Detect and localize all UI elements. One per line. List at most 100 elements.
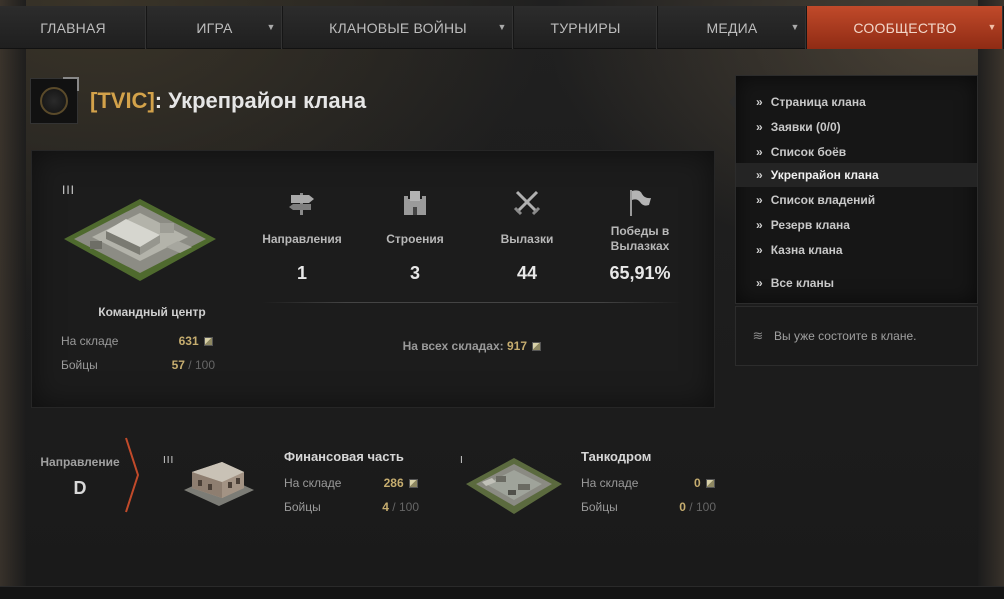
stat-value: 44 [516, 263, 538, 283]
fortress-icon [355, 181, 475, 217]
storage-value: 0 [694, 476, 715, 490]
menu-item-applications[interactable]: » Заявки (0/0) [736, 115, 977, 139]
stat-value: 65,91% [609, 263, 671, 283]
finance-building-image[interactable] [182, 458, 256, 508]
stats-divider [262, 302, 682, 303]
rank-chevrons-icon: ≋ [752, 328, 764, 343]
nav-item-main[interactable]: ГЛАВНАЯ [0, 6, 147, 49]
nav-item-community[interactable]: СООБЩЕСТВО ▼ [807, 6, 1004, 49]
menu-item-reserve[interactable]: » Резерв клана [736, 213, 977, 237]
building-storage-row: На складе 0 [581, 476, 715, 492]
chevron-down-icon[interactable]: ▼ [264, 18, 278, 36]
chevron-down-icon[interactable]: ▼ [495, 18, 509, 36]
direction-block: Направление D [30, 455, 130, 499]
menu-item-label: Заявки (0/0) [770, 120, 841, 134]
direction-value: D [73, 478, 87, 498]
double-chevron-icon: » [756, 276, 763, 290]
total-storage-value: 917 [507, 339, 528, 353]
menu-item-stronghold[interactable]: » Укрепрайон клана [736, 163, 977, 187]
stat-buildings: Строения 3 [355, 181, 475, 284]
resource-box-icon [706, 479, 715, 488]
double-chevron-icon: » [756, 120, 763, 134]
page-title-text: Укрепрайон клана [168, 88, 367, 113]
menu-item-label: Список боёв [770, 145, 847, 159]
menu-item-label: Страница клана [770, 95, 866, 109]
tank-range-image[interactable] [462, 454, 566, 518]
flag-icon [580, 181, 700, 217]
fighters-label: Бойцы [284, 500, 321, 514]
nav-item-label: ИГРА [196, 19, 233, 36]
menu-item-treasury[interactable]: » Казна клана [736, 238, 977, 262]
nav-item-label: ТУРНИРЫ [550, 19, 621, 36]
nav-item-media[interactable]: МЕДИА ▼ [658, 6, 807, 49]
building-name[interactable]: Танкодром [581, 449, 651, 464]
nav-item-label: СООБЩЕСТВО [853, 19, 957, 36]
total-storage-label: На всех складах: [402, 339, 504, 353]
command-center-image[interactable] [60, 195, 220, 285]
title-separator: : [154, 88, 163, 113]
total-storage: На всех складах: 917 [262, 339, 682, 353]
clan-emblem-icon [40, 87, 68, 115]
menu-pointer [729, 94, 736, 110]
double-chevron-icon: » [756, 193, 763, 207]
fighters-value: 57 / 100 [171, 358, 215, 372]
clan-membership-note: ≋ Вы уже состоите в клане. [735, 306, 978, 366]
background-art-left [0, 0, 26, 599]
direction-arrow-icon [125, 437, 140, 513]
nav-item-tournaments[interactable]: ТУРНИРЫ [514, 6, 658, 49]
chevron-down-icon[interactable]: ▼ [985, 18, 999, 36]
menu-item-clan-page[interactable]: » Страница клана [736, 90, 977, 114]
building-fighters-row: Бойцы 0 / 100 [581, 500, 716, 516]
menu-item-label: Укрепрайон клана [770, 168, 879, 182]
double-chevron-icon: » [756, 95, 763, 109]
storage-label: На складе [61, 334, 119, 348]
crossed-swords-icon [467, 181, 587, 217]
stat-sortie-wins: Победы в Вылазках 65,91% [580, 181, 700, 284]
background-art-right [978, 0, 1004, 599]
nav-item-label: ГЛАВНАЯ [40, 19, 106, 36]
double-chevron-icon: » [756, 243, 763, 257]
stat-value: 3 [409, 263, 420, 283]
menu-item-all-clans[interactable]: » Все кланы [736, 271, 977, 295]
building-storage-row: На складе 286 [284, 476, 418, 492]
stat-value: 1 [296, 263, 307, 283]
nav-item-clan-wars[interactable]: КЛАНОВЫЕ ВОЙНЫ ▼ [283, 6, 514, 49]
nav-item-game[interactable]: ИГРА ▼ [147, 6, 283, 49]
menu-item-label: Все кланы [770, 276, 834, 290]
nav-item-label: КЛАНОВЫЕ ВОЙНЫ [329, 19, 467, 36]
double-chevron-icon: » [756, 218, 763, 232]
stat-label: Вылазки [500, 231, 554, 246]
fighters-label: Бойцы [61, 358, 98, 372]
fighters-label: Бойцы [581, 500, 618, 514]
chevron-down-icon[interactable]: ▼ [788, 18, 802, 36]
storage-label: На складе [581, 476, 639, 490]
bottom-bar [0, 586, 1004, 599]
menu-item-label: Список владений [770, 193, 876, 207]
resource-box-icon [532, 342, 542, 351]
menu-item-provinces[interactable]: » Список владений [736, 188, 977, 212]
fighters-value: 4 / 100 [382, 500, 419, 514]
storage-value: 286 [384, 476, 418, 490]
top-navigation: ГЛАВНАЯ ИГРА ▼ КЛАНОВЫЕ ВОЙНЫ ▼ ТУРНИРЫ … [0, 6, 1004, 49]
direction-label: Направление [40, 455, 120, 469]
hq-name[interactable]: Командный центр [52, 305, 252, 319]
clan-menu: » Страница клана » Заявки (0/0) » Список бо… [729, 75, 978, 304]
storage-label: На складе [284, 476, 342, 490]
fighters-value: 0 / 100 [679, 500, 716, 514]
clan-note-text: Вы уже состоите в клане. [774, 329, 917, 343]
stat-directions: Направления 1 [242, 181, 362, 284]
menu-item-battles[interactable]: » Список боёв [736, 140, 977, 164]
double-chevron-icon: » [756, 145, 763, 159]
hq-storage-row: На складе 631 [61, 334, 213, 350]
resource-box-icon [409, 479, 418, 488]
signpost-icon [242, 181, 362, 217]
resource-box-icon [204, 337, 213, 346]
emblem-corner [63, 77, 79, 91]
clan-tag[interactable]: [TVIC] [90, 88, 155, 113]
stat-label: Победы в Вылазках [610, 224, 670, 253]
menu-item-label: Казна клана [770, 243, 843, 257]
clan-emblem[interactable] [30, 77, 79, 124]
building-name[interactable]: Финансовая часть [284, 449, 404, 464]
building-fighters-row: Бойцы 4 / 100 [284, 500, 419, 516]
building-level: III [163, 455, 175, 466]
